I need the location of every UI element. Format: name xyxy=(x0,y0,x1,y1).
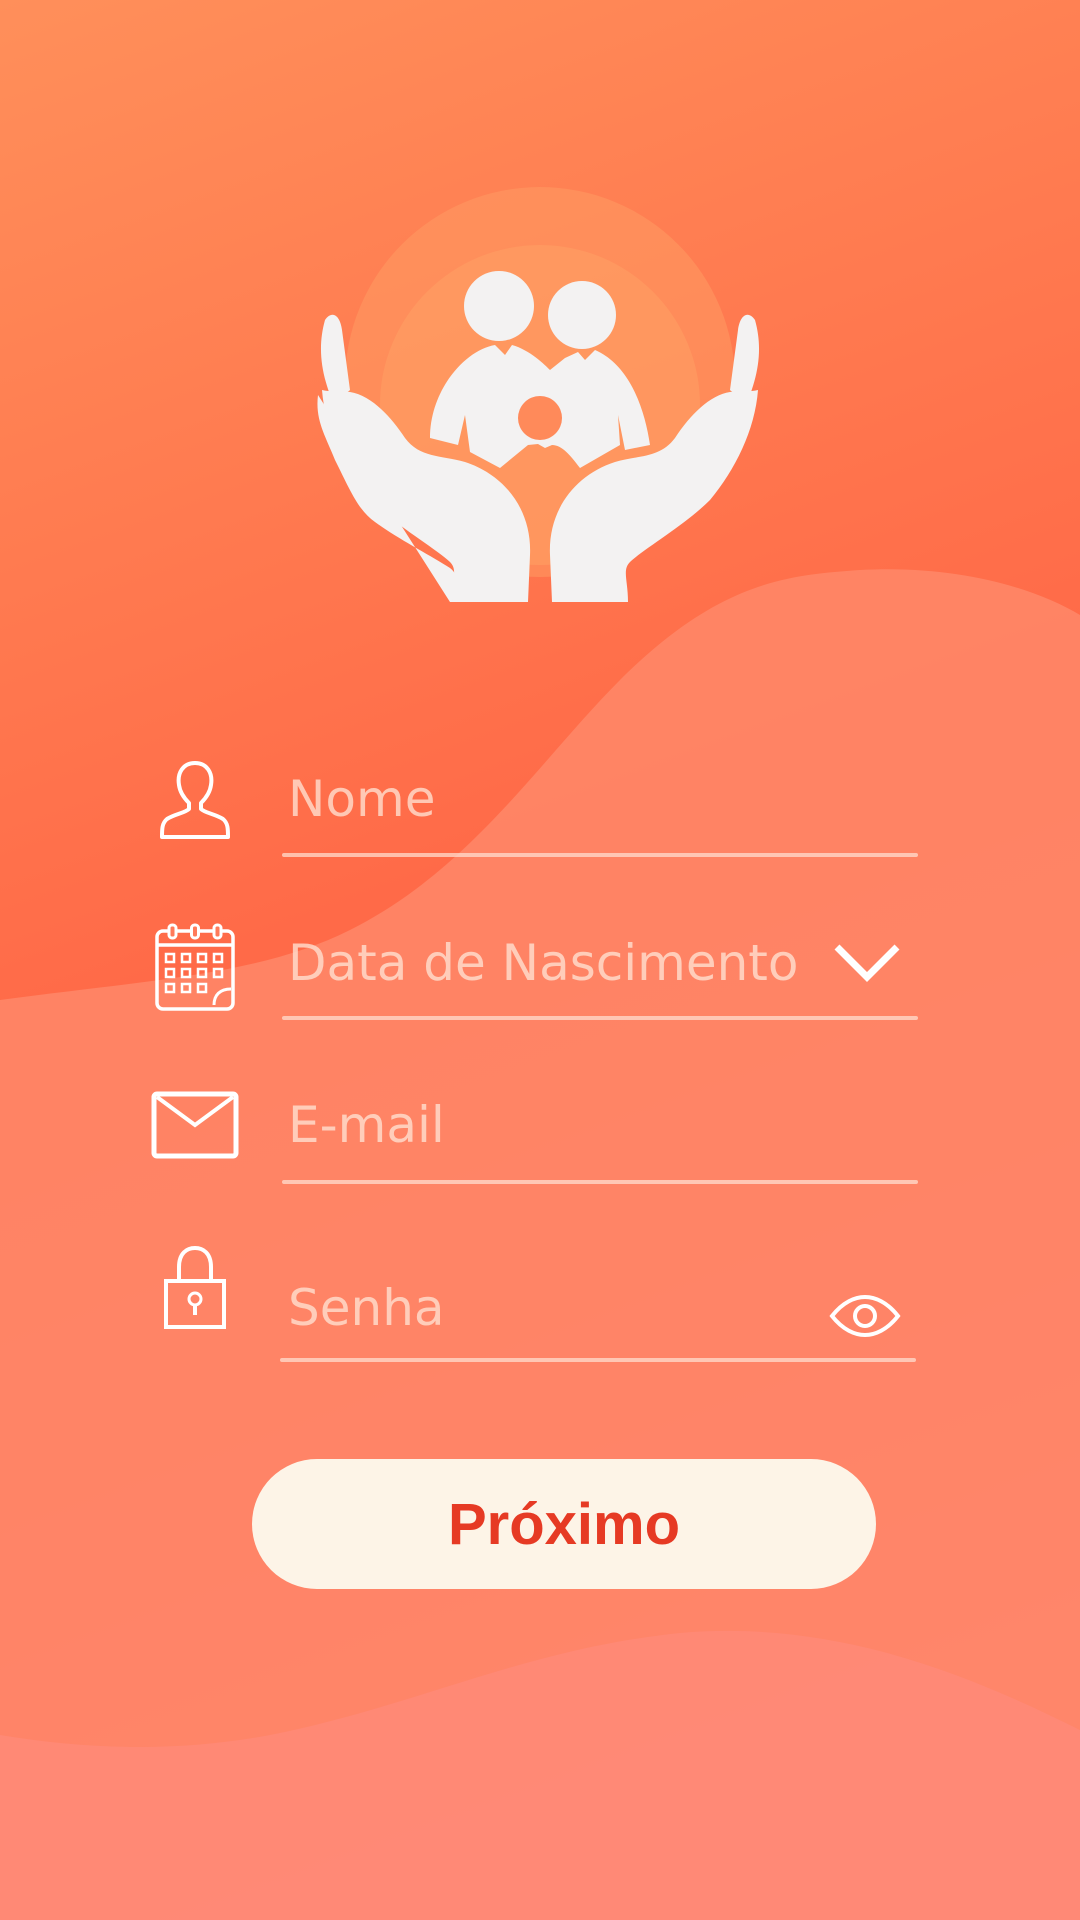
next-button[interactable]: Próximo xyxy=(252,1459,876,1589)
calendar-icon xyxy=(150,920,240,1015)
lock-icon xyxy=(150,1245,240,1330)
name-field[interactable]: Nome xyxy=(150,750,920,880)
email-field[interactable]: E-mail xyxy=(150,1090,920,1220)
user-icon xyxy=(150,750,240,850)
eye-icon[interactable] xyxy=(820,1281,910,1351)
password-input[interactable]: Senha xyxy=(288,1279,445,1337)
birthdate-input[interactable]: Data de Nascimento xyxy=(288,934,799,992)
email-underline xyxy=(282,1180,918,1184)
birthdate-field[interactable]: Data de Nascimento xyxy=(150,920,920,1050)
password-underline xyxy=(280,1358,916,1362)
password-field[interactable]: Senha xyxy=(150,1245,920,1375)
birthdate-underline xyxy=(282,1016,918,1020)
email-input[interactable]: E-mail xyxy=(288,1096,445,1154)
family-care-hands-icon xyxy=(317,187,760,602)
envelope-icon xyxy=(150,1090,240,1160)
name-underline xyxy=(282,853,918,857)
name-input[interactable]: Nome xyxy=(288,770,435,828)
chevron-down-icon[interactable] xyxy=(822,928,912,998)
signup-screen: Nome Data de Nascimento E-mail Senha Pró… xyxy=(0,0,1080,1920)
